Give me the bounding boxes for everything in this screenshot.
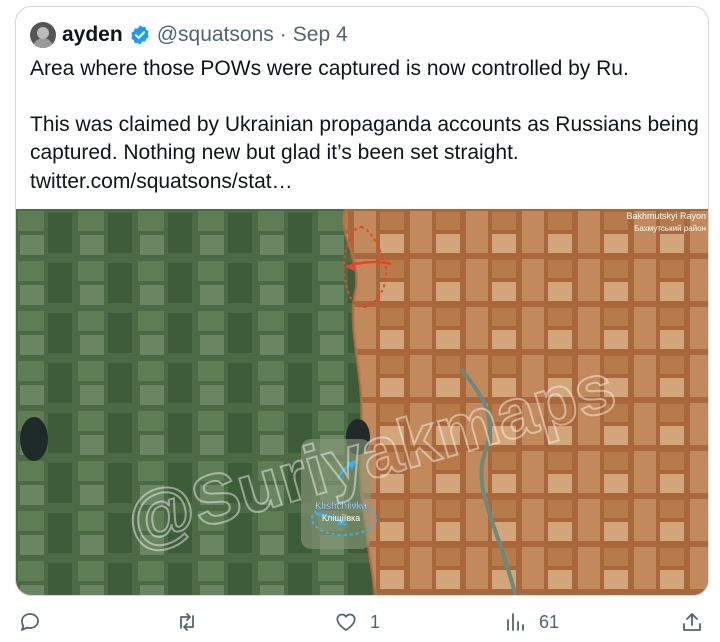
share-button[interactable]	[680, 610, 704, 634]
village-label-uk: Кліщіївка	[322, 513, 360, 523]
like-icon	[336, 613, 356, 631]
like-count: 1	[370, 611, 381, 632]
separator: ·	[279, 23, 287, 46]
corner-label-en: Bakhmutskyi Rayon	[626, 211, 706, 221]
tweet-text: Area where those POWs were captured is n…	[30, 55, 700, 196]
avatar[interactable]	[30, 22, 56, 48]
views-icon	[507, 613, 524, 631]
handle[interactable]: @squatsons	[157, 23, 274, 47]
retweet-button[interactable]	[175, 610, 211, 634]
tweet-card[interactable]: ayden @squatsons · Sep 4 Area where thos…	[15, 6, 709, 596]
like-button[interactable]: 1	[334, 610, 380, 634]
pond	[20, 417, 48, 461]
tweet-actions: 1 61	[0, 606, 720, 642]
tweet-header: ayden @squatsons · Sep 4	[30, 19, 348, 51]
display-name[interactable]: ayden	[62, 23, 123, 47]
reply-button[interactable]	[18, 610, 54, 634]
views-button[interactable]: 61	[503, 610, 559, 634]
tweet-line-2: This was claimed by Ukrainian propaganda…	[30, 112, 699, 136]
tweet-line-1: Area where those POWs were captured is n…	[30, 57, 629, 80]
tweet-date[interactable]: Sep 4	[293, 23, 348, 47]
retweet-icon	[180, 613, 194, 631]
share-icon	[683, 613, 701, 631]
tweet-line-3: captured. Nothing new but glad it’s been…	[30, 141, 519, 164]
verified-badge-icon	[130, 25, 149, 45]
reply-icon	[21, 613, 39, 631]
corner-label-uk: Бахмутський район	[634, 224, 706, 233]
map-image[interactable]: Klishchiivka Кліщіївка Bakhmutskyi Rayon…	[16, 209, 709, 596]
views-count: 61	[539, 611, 560, 632]
tweet-link[interactable]: twitter.com/squatsons/stat…	[30, 168, 700, 197]
